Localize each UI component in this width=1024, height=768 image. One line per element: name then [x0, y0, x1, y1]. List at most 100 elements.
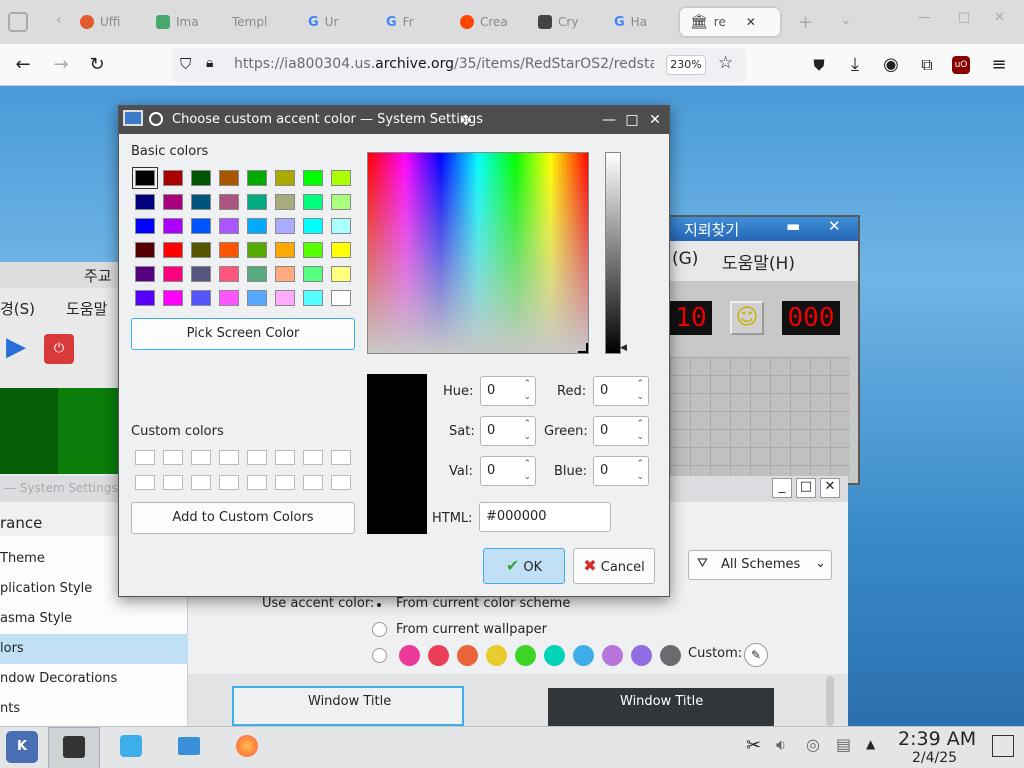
forward-icon[interactable]: →	[50, 54, 72, 76]
clock-time[interactable]: 2:39 AM	[898, 728, 976, 750]
maximize-icon[interactable]: □	[796, 478, 816, 498]
close-icon[interactable]: ✕	[645, 110, 665, 130]
basic-color-swatch[interactable]	[163, 266, 183, 282]
radio-current-scheme-label[interactable]: From current color scheme	[396, 596, 570, 611]
sidebar-item-plasma-style[interactable]: asma Style	[0, 604, 188, 634]
basic-color-swatch[interactable]	[303, 290, 323, 306]
minimize-browser-icon[interactable]: —	[918, 10, 931, 25]
basic-color-swatch[interactable]	[219, 242, 239, 258]
basic-color-swatch[interactable]	[275, 218, 295, 234]
dolphin-icon[interactable]	[178, 737, 200, 755]
mine-grid[interactable]	[670, 357, 850, 482]
accent-color-dot[interactable]	[428, 645, 449, 666]
ublock-icon[interactable]: uO	[952, 56, 970, 74]
basic-color-swatch[interactable]	[303, 170, 323, 186]
discover-icon[interactable]	[120, 735, 142, 757]
download-icon[interactable]: ⤓	[844, 54, 866, 76]
basic-color-swatch[interactable]	[247, 242, 267, 258]
accent-color-dot[interactable]	[486, 645, 507, 666]
accent-color-dot[interactable]	[660, 645, 681, 666]
clock-date[interactable]: 2/4/25	[912, 750, 957, 766]
up-icon[interactable]: ⌃	[636, 459, 644, 469]
pin-icon[interactable]	[149, 112, 163, 126]
accent-color-dot[interactable]	[602, 645, 623, 666]
close-icon[interactable]: ✕	[820, 478, 840, 498]
sidebar-item-fonts[interactable]: nts	[0, 694, 188, 724]
menu-help[interactable]: 도움말(H)	[722, 249, 795, 274]
stop-icon[interactable]: ⏻	[44, 334, 74, 364]
basic-color-swatch[interactable]	[135, 266, 155, 282]
smiley-button[interactable]: ☺	[730, 301, 764, 335]
up-icon[interactable]: ⌃	[523, 419, 531, 429]
close-icon[interactable]: ✕	[828, 217, 841, 235]
url-bar[interactable]: ⛉ 🔒︎ https://ia800304.us.archive.org/35/…	[172, 48, 746, 82]
clipboard-icon[interactable]: ▤	[836, 735, 851, 754]
basic-color-swatch[interactable]	[191, 170, 211, 186]
blue-spinbox[interactable]: 0 ⌃ ⌄	[593, 456, 649, 486]
basic-color-swatch[interactable]	[331, 194, 351, 210]
down-icon[interactable]: ⌄	[523, 472, 531, 482]
custom-color-swatch[interactable]	[219, 450, 239, 465]
lock-icon[interactable]: 🔒︎	[206, 55, 213, 71]
menu-game[interactable]: (G)	[672, 249, 698, 269]
hue-spinbox[interactable]: 0 ⌃ ⌄	[480, 376, 536, 406]
minimize-icon[interactable]: ▬	[786, 217, 800, 235]
basic-color-swatch[interactable]	[331, 290, 351, 306]
tab-6[interactable]: Crea	[460, 8, 522, 36]
basic-color-swatch[interactable]	[163, 218, 183, 234]
basic-color-swatch[interactable]	[135, 290, 155, 306]
add-to-custom-colors-button[interactable]: Add to Custom Colors	[131, 502, 355, 534]
basic-color-swatch[interactable]	[135, 218, 155, 234]
sidebar-item-colors[interactable]: lors	[0, 634, 188, 664]
custom-color-swatch[interactable]	[191, 450, 211, 465]
custom-color-swatch[interactable]	[135, 475, 155, 490]
down-icon[interactable]: ⌄	[636, 432, 644, 442]
scissors-icon[interactable]: ✂	[746, 735, 761, 756]
basic-color-swatch[interactable]	[275, 194, 295, 210]
basic-color-swatch[interactable]	[219, 218, 239, 234]
task-system-settings[interactable]	[48, 727, 100, 768]
tab-5[interactable]: G Fr	[386, 8, 446, 36]
basic-color-swatch[interactable]	[163, 242, 183, 258]
basic-color-swatch[interactable]	[135, 242, 155, 258]
account-icon[interactable]: ◉	[880, 54, 902, 76]
tab-overview-icon[interactable]	[8, 12, 28, 32]
tab-7[interactable]: Cry	[538, 8, 598, 36]
bookmark-star-icon[interactable]: ☆	[718, 53, 733, 73]
basic-color-swatch[interactable]	[191, 290, 211, 306]
basic-color-swatch[interactable]	[275, 242, 295, 258]
left-window-menu-settings[interactable]: 경(S)	[0, 298, 35, 319]
accent-color-dot[interactable]	[573, 645, 594, 666]
tab-2[interactable]: Ima	[156, 8, 216, 36]
close-tab-icon[interactable]: ✕	[746, 15, 756, 29]
down-icon[interactable]: ⌄	[523, 392, 531, 402]
custom-color-swatch[interactable]	[163, 475, 183, 490]
minimize-icon[interactable]: _	[772, 478, 792, 498]
green-spinbox[interactable]: 0 ⌃ ⌄	[593, 416, 649, 446]
basic-color-swatch[interactable]	[303, 194, 323, 210]
show-desktop-icon[interactable]	[992, 735, 1014, 757]
html-color-input[interactable]: #000000	[479, 502, 611, 532]
zoom-level[interactable]: 230%	[666, 55, 706, 75]
up-icon[interactable]: ⌃	[636, 419, 644, 429]
radio-current-wallpaper-label[interactable]: From current wallpaper	[396, 622, 547, 637]
down-icon[interactable]: ⌄	[636, 472, 644, 482]
basic-color-swatch[interactable]	[331, 218, 351, 234]
tabs-scroll-left-icon[interactable]: ‹	[56, 12, 62, 28]
luminance-arrow-icon[interactable]: ◀	[620, 343, 627, 353]
accent-color-dot[interactable]	[544, 645, 565, 666]
close-browser-icon[interactable]: ✕	[994, 10, 1005, 25]
basic-color-swatch[interactable]	[163, 194, 183, 210]
basic-color-swatch[interactable]	[331, 266, 351, 282]
tab-8[interactable]: G Ha	[614, 8, 670, 36]
basic-color-swatch[interactable]	[303, 242, 323, 258]
red-spinbox[interactable]: 0 ⌃ ⌄	[593, 376, 649, 406]
menu-icon[interactable]: ≡	[988, 54, 1010, 76]
custom-color-swatch[interactable]	[247, 475, 267, 490]
accent-color-dot[interactable]	[457, 645, 478, 666]
basic-color-swatch[interactable]	[247, 170, 267, 186]
custom-color-swatch[interactable]	[275, 450, 295, 465]
back-icon[interactable]: ←	[12, 54, 34, 76]
custom-color-swatch[interactable]	[303, 450, 323, 465]
minimize-icon[interactable]: —	[599, 110, 619, 130]
